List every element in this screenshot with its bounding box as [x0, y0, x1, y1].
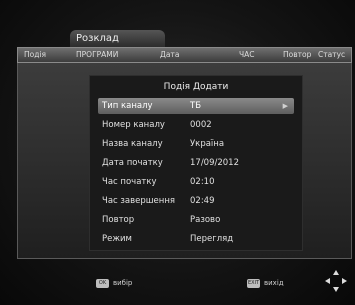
exit-hint: вихід — [264, 279, 284, 287]
column-header-event: Подія — [24, 50, 47, 59]
window-title: Розклад — [70, 30, 165, 47]
field-value: 0002 — [190, 120, 212, 130]
field-value: 02:49 — [190, 196, 215, 206]
field-channel-number[interactable]: Номер каналу 0002 — [98, 117, 294, 133]
column-header-date: Дата — [160, 50, 180, 59]
dialog-title: Подія Додати — [163, 82, 229, 92]
add-event-dialog: Подія Додати Тип каналу ТБ ▶ Номер канал… — [89, 75, 303, 251]
column-header-programs: ПРОГРАМИ — [76, 50, 119, 59]
field-label: Час завершення — [102, 196, 176, 206]
field-label: Час початку — [102, 177, 157, 187]
field-label: Дата початку — [102, 158, 163, 168]
field-mode[interactable]: Режим Перегляд — [98, 231, 294, 247]
tv-screen: Розклад Подія ПРОГРАМИ Дата ЧАС Повтор С… — [0, 0, 355, 305]
field-end-time[interactable]: Час завершення 02:49 — [98, 193, 294, 209]
field-value: Україна — [190, 139, 225, 149]
field-label: Повтор — [102, 215, 135, 225]
exit-key-icon[interactable]: EXIT — [247, 279, 260, 288]
field-value: ТБ — [190, 101, 202, 111]
column-header-status: Статус — [318, 50, 346, 59]
chevron-right-icon: ▶ — [282, 102, 288, 110]
field-value: 17/09/2012 — [190, 158, 239, 168]
field-label: Режим — [102, 234, 132, 244]
table-header: Подія ПРОГРАМИ Дата ЧАС Повтор Статус — [17, 47, 352, 63]
ok-key-icon[interactable]: OK — [96, 279, 109, 288]
column-header-repeat: Повтор — [283, 50, 312, 59]
navigation-arrows-icon — [325, 270, 347, 292]
field-label: Номер каналу — [102, 120, 165, 130]
field-value: Перегляд — [190, 234, 234, 244]
select-hint: вибір — [113, 279, 133, 287]
field-repeat[interactable]: Повтор Разово — [98, 212, 294, 228]
field-channel-name[interactable]: Назва каналу Україна — [98, 136, 294, 152]
footer-bar: OK вибір EXIT вихід — [0, 265, 355, 305]
field-channel-type[interactable]: Тип каналу ТБ ▶ — [98, 98, 294, 114]
column-header-time: ЧАС — [239, 50, 255, 59]
field-start-time[interactable]: Час початку 02:10 — [98, 174, 294, 190]
field-label: Назва каналу — [102, 139, 163, 149]
field-value: Разово — [190, 215, 221, 225]
field-start-date[interactable]: Дата початку 17/09/2012 — [98, 155, 294, 171]
field-label: Тип каналу — [102, 101, 153, 111]
field-value: 02:10 — [190, 177, 215, 187]
